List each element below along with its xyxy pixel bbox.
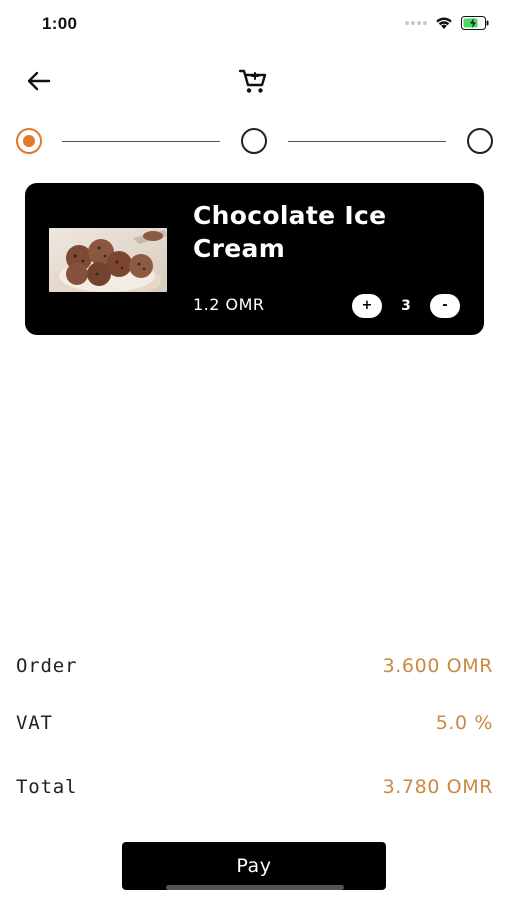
status-time: 1:00	[42, 14, 78, 33]
cart-item-card: Chocolate Ice Cream 1.2 OMR + 3 -	[25, 183, 484, 335]
vat-value: 5.0 %	[435, 712, 493, 734]
battery-icon	[461, 16, 489, 30]
total-value: 3.780 OMR	[382, 776, 493, 798]
signal-icon	[405, 21, 427, 25]
back-button[interactable]	[24, 66, 54, 96]
increment-quantity-button[interactable]: +	[352, 294, 382, 318]
decrement-quantity-button[interactable]: -	[430, 294, 460, 318]
step-1-indicator	[16, 128, 42, 154]
step-3-indicator	[467, 128, 493, 154]
wifi-icon	[436, 17, 452, 29]
quantity-value: 3	[401, 298, 411, 314]
step-connector-1	[62, 141, 220, 142]
status-icons	[405, 16, 489, 30]
pay-button[interactable]: Pay	[122, 842, 386, 890]
product-image	[49, 228, 167, 292]
total-label: Total	[16, 776, 78, 798]
product-name: Chocolate Ice Cream	[193, 201, 387, 263]
cart-icon[interactable]	[236, 64, 270, 98]
step-2-indicator	[241, 128, 267, 154]
step-connector-2	[288, 141, 446, 142]
home-indicator	[166, 885, 344, 890]
order-value: 3.600 OMR	[382, 655, 493, 677]
back-arrow-icon	[27, 71, 51, 91]
vat-label: VAT	[16, 712, 53, 734]
product-price: 1.2 OMR	[193, 295, 265, 314]
order-label: Order	[16, 655, 78, 677]
